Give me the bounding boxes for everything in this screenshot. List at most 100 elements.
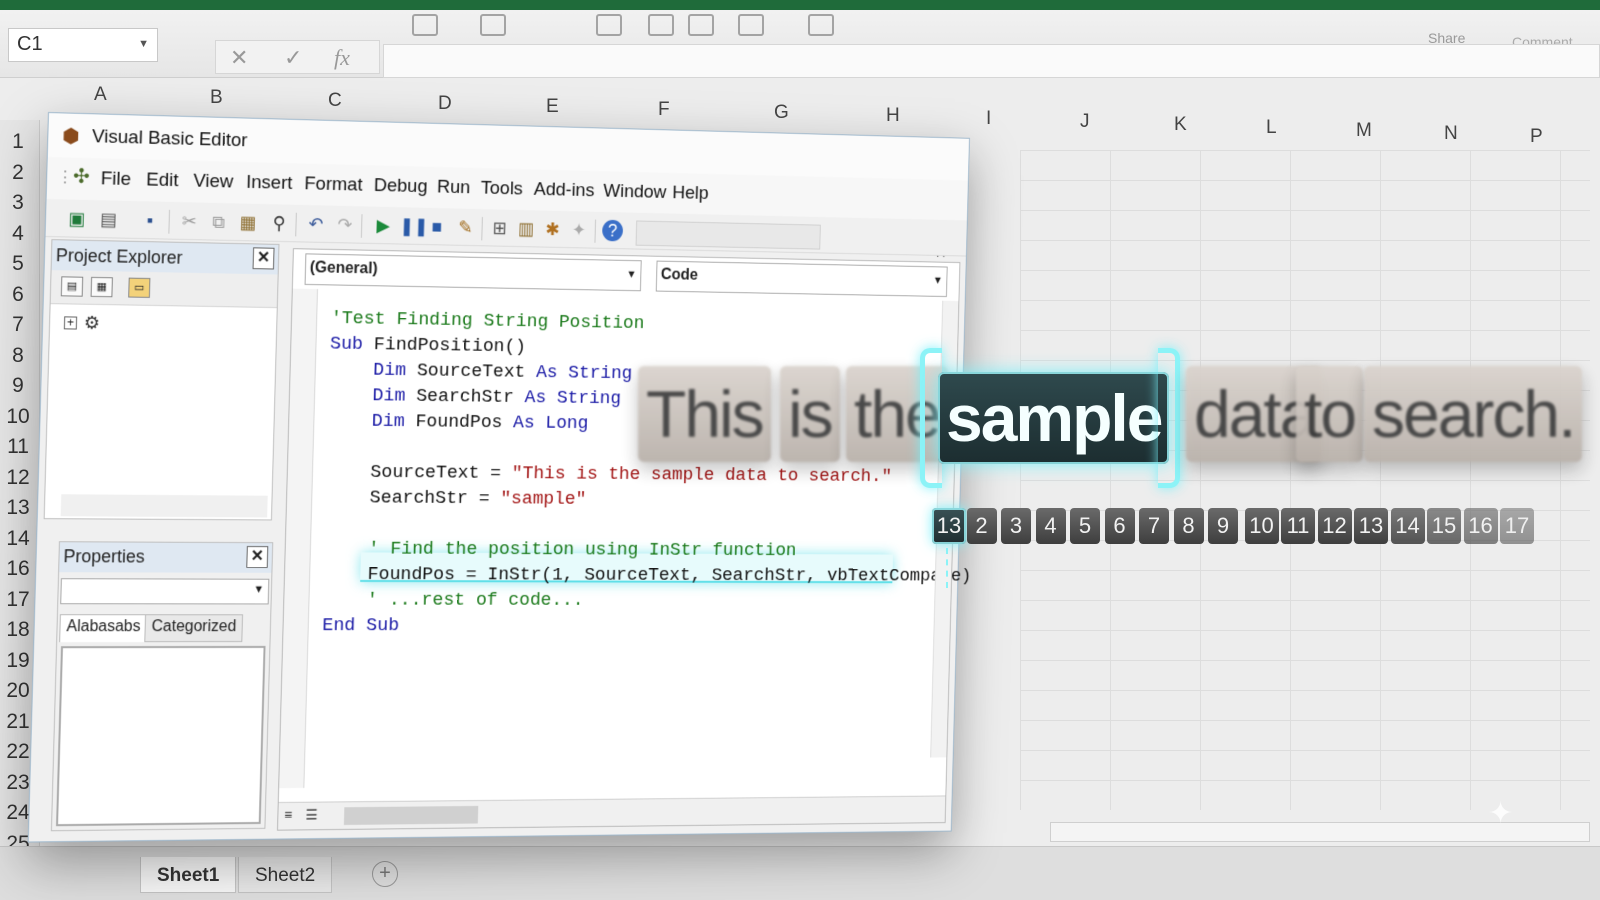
row-header[interactable]: 10 [0,405,36,429]
code-horizontal-scrollbar[interactable]: ≡ ☰ [277,795,946,830]
copy-icon[interactable]: ⧉ [208,211,230,233]
chevron-down-icon[interactable]: ▼ [626,269,636,281]
enter-icon[interactable]: ✓ [284,45,302,71]
row-header[interactable]: 14 [0,527,36,551]
column-header[interactable]: L [1266,117,1277,139]
column-header[interactable]: E [546,96,559,118]
close-icon[interactable]: ✕ [246,546,269,568]
row-header[interactable]: 16 [0,557,36,581]
column-header[interactable]: G [774,102,789,124]
menu-format[interactable]: Format [304,173,363,196]
redo-icon[interactable] [480,14,506,36]
textbox-icon[interactable] [808,14,834,36]
properties-grid[interactable] [56,645,266,827]
object-browser-icon[interactable]: ✱ [542,218,563,240]
formula-bar-input[interactable] [383,44,1600,78]
row-header[interactable]: 20 [0,679,36,703]
column-header[interactable]: P [1530,126,1543,148]
menu-insert[interactable]: Insert [246,172,293,195]
row-header[interactable]: 13 [0,496,36,520]
expand-icon[interactable]: + [63,315,78,330]
project-explorer-icon[interactable]: ⊞ [489,217,510,239]
row-header[interactable]: 11 [0,435,36,459]
undo-icon[interactable] [412,14,438,36]
save-icon[interactable]: ▪ [139,209,161,231]
column-header[interactable]: D [438,93,452,115]
row-header[interactable]: 3 [0,191,36,215]
row-header[interactable]: 18 [0,618,36,642]
row-header[interactable]: 12 [0,466,36,490]
margin-indicator-bar[interactable] [279,288,318,789]
column-header[interactable]: F [658,99,670,121]
menu-tools[interactable]: Tools [481,178,524,200]
design-mode-icon[interactable]: ✎ [455,216,477,238]
row-header[interactable]: 17 [0,588,36,612]
properties-object-dropdown[interactable]: ▼ [60,578,270,605]
undo-icon[interactable]: ↶ [305,213,327,235]
indent-icon[interactable] [688,14,714,36]
column-header[interactable]: K [1174,114,1187,136]
find-icon[interactable]: ⚲ [268,212,290,234]
row-header[interactable]: 6 [0,283,36,307]
insert-function-icon[interactable]: fx [334,45,350,71]
toggle-folders-icon[interactable]: ▭ [128,277,151,298]
break-icon[interactable]: ❚❚ [399,215,428,237]
chevron-down-icon[interactable]: ▼ [933,275,943,287]
column-header[interactable]: B [210,87,223,109]
excel-view-icon[interactable]: ▣ [66,207,88,229]
column-header[interactable]: A [94,84,107,106]
insert-userform-icon[interactable]: ▤ [97,208,119,230]
vba-project-icon[interactable]: ⚙ [84,313,101,334]
chevron-down-icon[interactable]: ▼ [253,584,264,596]
project-horizontal-scrollbar[interactable] [60,494,268,518]
row-header[interactable]: 8 [0,344,36,368]
tab-alphabetic[interactable]: Alabasabs [59,614,148,643]
cut-icon[interactable]: ✂ [178,210,200,232]
row-header[interactable]: 1 [0,130,36,154]
menu-view[interactable]: View [193,171,234,194]
code-line[interactable]: End Sub [322,612,920,638]
menu-edit[interactable]: Edit [146,169,179,192]
name-box[interactable]: C1 ▼ [8,28,158,62]
object-dropdown[interactable]: (General) ▼ [304,253,642,292]
reset-icon[interactable]: ■ [426,216,448,238]
view-code-icon[interactable]: ▤ [60,276,84,297]
view-object-icon[interactable]: ▦ [90,276,113,298]
help-icon[interactable]: ? [602,219,624,242]
toolbox-icon[interactable]: ✦ [568,219,589,241]
menu-file[interactable]: File [100,168,132,191]
redo-icon[interactable]: ↷ [334,214,356,236]
code-line[interactable]: ' ...rest of code... [323,587,921,613]
menu-help[interactable]: Help [672,183,709,205]
format-table-icon[interactable] [738,14,764,36]
column-header[interactable]: I [986,108,991,130]
paste-icon[interactable]: ▦ [237,211,259,233]
column-header[interactable]: M [1356,120,1372,142]
menu-run[interactable]: Run [437,177,471,199]
excel-app-icon[interactable]: ✣ [73,164,90,189]
table-icon[interactable] [596,14,622,36]
full-module-view-icon[interactable]: ☰ [305,807,318,824]
row-header[interactable]: 2 [0,161,36,185]
tab-sheet2[interactable]: Sheet2 [238,857,333,893]
close-icon[interactable]: ✕ [252,247,275,270]
row-header[interactable]: 4 [0,222,36,246]
add-sheet-button[interactable]: + [372,861,398,887]
procedure-dropdown[interactable]: Code ▼ [655,260,948,298]
cancel-icon[interactable]: ✕ [230,45,248,71]
scroll-thumb[interactable] [343,805,479,825]
tab-categorized[interactable]: Categorized [144,614,244,643]
properties-window-icon[interactable]: ▥ [515,218,536,240]
column-header[interactable]: N [1444,123,1458,145]
tab-sheet1[interactable]: Sheet1 [140,857,237,893]
align-icon[interactable] [648,14,674,36]
column-header[interactable]: C [328,90,342,112]
column-header[interactable]: H [886,105,900,127]
menu-window[interactable]: Window [603,181,667,204]
chevron-down-icon[interactable]: ▼ [138,38,149,50]
row-header[interactable]: 9 [0,374,36,398]
column-header[interactable]: J [1080,111,1090,133]
row-header[interactable]: 19 [0,649,36,673]
row-header[interactable]: 5 [0,252,36,276]
menu-add-ins[interactable]: Add-ins [534,179,595,202]
